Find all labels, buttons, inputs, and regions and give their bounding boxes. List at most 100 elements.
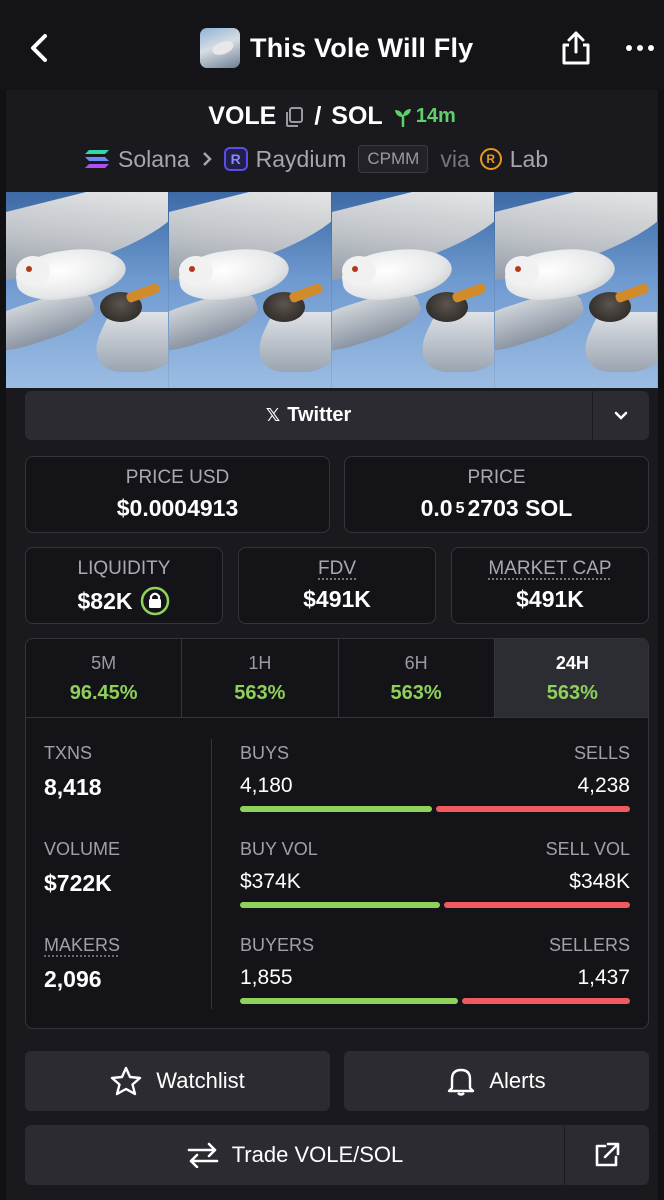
volume-label: VOLUME xyxy=(44,839,121,859)
sell-vol-label: SELL VOL xyxy=(545,839,630,859)
liquidity-label: LIQUIDITY xyxy=(77,558,171,579)
tab-change: 563% xyxy=(390,682,442,704)
alerts-button[interactable]: Alerts xyxy=(344,1051,649,1111)
txns-value: 8,418 xyxy=(44,774,102,800)
timeframe-tabs: 5M 96.45% 1H 563% 6H 563% 24H 563% xyxy=(26,639,648,718)
token-banner-image xyxy=(6,192,658,388)
banner-tile xyxy=(169,192,332,388)
lock-icon[interactable] xyxy=(140,586,170,616)
price-usd-label: PRICE USD xyxy=(125,467,230,488)
sellers-value: 1,437 xyxy=(577,966,630,989)
txns-stat: TXNS 8,418 xyxy=(44,743,102,801)
trade-button[interactable]: Trade VOLE/SOL xyxy=(25,1125,564,1185)
price-native-label: PRICE xyxy=(467,467,526,488)
sells-label: SELLS xyxy=(573,743,630,763)
chevron-right-icon xyxy=(202,146,212,173)
sells-value: 4,238 xyxy=(577,774,630,797)
launchpad-icon: R xyxy=(479,148,502,170)
watchlist-button[interactable]: Watchlist xyxy=(25,1051,330,1111)
alerts-label: Alerts xyxy=(489,1068,546,1093)
tab-5m[interactable]: 5M 96.45% xyxy=(26,639,183,717)
stats-divider xyxy=(211,739,212,1009)
volume-stat: VOLUME $722K xyxy=(44,839,120,897)
sellers-label: SELLERS xyxy=(548,935,630,955)
share-icon xyxy=(562,31,590,65)
buys-sells-ratio-bar xyxy=(240,806,630,812)
dex-tag: CPMM xyxy=(358,145,429,173)
back-button[interactable] xyxy=(22,26,56,70)
tab-label: 5M xyxy=(91,653,117,673)
tab-change: 563% xyxy=(546,682,598,704)
pair-age: 14m xyxy=(393,105,456,128)
buyers-label: BUYERS xyxy=(240,935,315,955)
tab-6h[interactable]: 6H 563% xyxy=(339,639,495,717)
pair-header: VOLE / SOL 14m xyxy=(0,102,664,131)
trade-bar: Trade VOLE/SOL xyxy=(25,1125,649,1185)
top-bar: This Vole Will Fly xyxy=(0,0,664,90)
social-dropdown-button[interactable] xyxy=(592,391,649,440)
fdv-label[interactable]: FDV xyxy=(239,558,435,580)
share-button[interactable] xyxy=(558,28,594,68)
makers-label[interactable]: MAKERS xyxy=(44,935,120,956)
quote-symbol: SOL xyxy=(331,102,383,130)
buys-sells-row: BUYS SELLS 4,180 4,238 xyxy=(240,743,630,812)
x-logo-icon: 𝕏 xyxy=(265,405,281,425)
buy-bar xyxy=(240,806,432,812)
sell-bar xyxy=(435,806,630,812)
buyers-sellers-row: BUYERS SELLERS 1,855 1,437 xyxy=(240,935,630,1004)
open-external-button[interactable] xyxy=(564,1125,649,1185)
liquidity-card: LIQUIDITY $82K xyxy=(25,547,223,624)
dex-name[interactable]: Raydium xyxy=(256,146,347,173)
buyers-value: 1,855 xyxy=(240,966,293,989)
fdv-card: FDV $491K xyxy=(238,547,436,624)
trade-label: Trade VOLE/SOL xyxy=(231,1142,404,1167)
more-button[interactable] xyxy=(620,30,660,66)
buy-vol-label: BUY VOL xyxy=(240,839,318,859)
buy-vol-value: $374K xyxy=(240,870,301,893)
solana-icon xyxy=(85,150,109,168)
sell-bar xyxy=(461,998,630,1004)
price-native-prefix: 0.0 xyxy=(420,495,453,521)
sell-bar xyxy=(443,902,630,908)
makers-value: 2,096 xyxy=(44,966,102,992)
market-cap-label[interactable]: MARKET CAP xyxy=(452,558,648,580)
twitter-button[interactable]: 𝕏 Twitter xyxy=(25,391,592,440)
tab-label: 24H xyxy=(555,653,589,673)
page-title: This Vole Will Fly xyxy=(250,32,474,63)
tab-label: 1H xyxy=(248,653,272,673)
fdv-value: $491K xyxy=(303,586,371,612)
buy-bar xyxy=(240,902,440,908)
twitter-label: Twitter xyxy=(287,404,352,426)
banner-tile xyxy=(6,192,169,388)
price-native-rest: 2703 SOL xyxy=(467,495,573,521)
social-links-bar: 𝕏 Twitter xyxy=(25,391,649,440)
market-cap-value: $491K xyxy=(516,586,584,612)
volume-value: $722K xyxy=(44,870,112,896)
sprout-icon xyxy=(394,108,411,127)
pair-age-value: 14m xyxy=(415,105,456,127)
star-icon xyxy=(111,1066,142,1096)
swap-icon xyxy=(187,1142,218,1168)
liquidity-value: $82K xyxy=(77,587,133,614)
price-native-card: PRICE 0.0 5 2703 SOL xyxy=(344,456,649,533)
buys-label: BUYS xyxy=(240,743,290,763)
tab-24h[interactable]: 24H 563% xyxy=(494,639,648,717)
liquidity-value-row: $82K xyxy=(26,586,222,616)
volume-ratio-bar xyxy=(240,902,630,908)
pair-separator: / xyxy=(314,102,322,130)
price-usd-value: $0.0004913 xyxy=(116,495,239,521)
watchlist-label: Watchlist xyxy=(156,1068,245,1093)
banner-tile xyxy=(495,192,658,388)
token-avatar xyxy=(200,28,240,68)
copy-icon[interactable] xyxy=(284,106,304,128)
chain-name[interactable]: Solana xyxy=(118,146,190,173)
launchpad-name[interactable]: Lab xyxy=(510,146,548,173)
makers-stat: MAKERS 2,096 xyxy=(44,935,120,993)
market-cap-card: MARKET CAP $491K xyxy=(451,547,649,624)
buys-value: 4,180 xyxy=(240,774,293,797)
buyers-ratio-bar xyxy=(240,998,630,1004)
more-horizontal-icon xyxy=(626,45,654,51)
via-label: via xyxy=(440,145,470,172)
tab-1h[interactable]: 1H 563% xyxy=(182,639,339,717)
timeframe-stats-panel: 5M 96.45% 1H 563% 6H 563% 24H 563% TXNS … xyxy=(25,638,649,1029)
